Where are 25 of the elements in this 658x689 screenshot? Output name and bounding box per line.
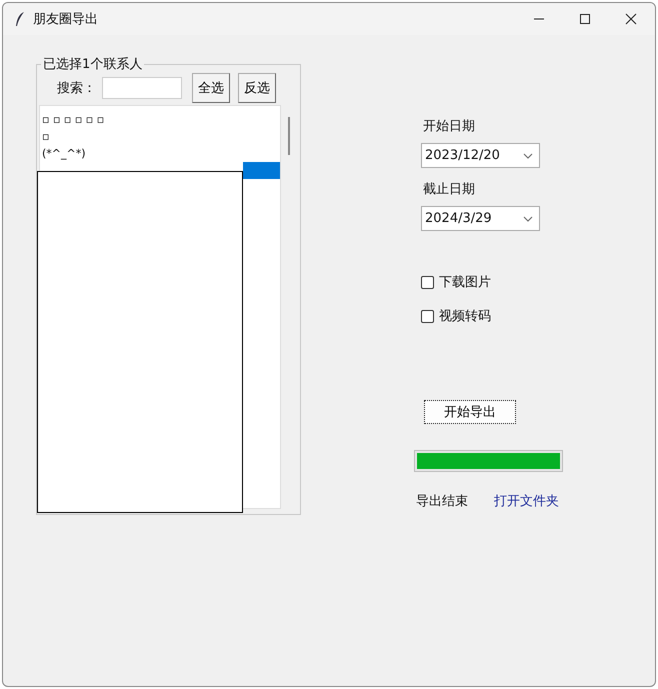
search-label: 搜索： — [57, 80, 96, 97]
checkbox[interactable] — [421, 310, 434, 322]
checkbox-label: 下载图片 — [439, 274, 491, 291]
status-text: 导出结束 — [416, 493, 468, 510]
chevron-icon — [523, 216, 533, 222]
chevron-icon — [523, 152, 533, 158]
end-date-label: 截止日期 — [423, 181, 475, 198]
start-date-label: 开始日期 — [423, 118, 475, 135]
export-button[interactable]: 开始导出 — [424, 400, 516, 424]
maximize-icon[interactable] — [579, 13, 591, 25]
close-icon[interactable] — [625, 13, 637, 25]
open-folder-link[interactable]: 打开文件夹 — [494, 492, 559, 510]
list-button[interactable]: 反选 — [238, 73, 276, 103]
end-date-dropdown[interactable]: 2024/3/29 — [421, 206, 540, 231]
checkbox-label: 视频转码 — [439, 308, 491, 325]
search-field[interactable] — [102, 77, 182, 99]
list-item[interactable]: ▫ — [40, 128, 280, 145]
list-item[interactable]: (*^_^*) — [40, 145, 280, 162]
group-legend: 已选择1个联系人 — [41, 55, 144, 73]
start-date-dropdown[interactable]: 2023/12/20 — [421, 143, 540, 168]
list-item[interactable]: ▫ ▫ ▫ ▫ ▫ ▫ — [40, 111, 280, 128]
list-button[interactable]: 全选 — [192, 73, 230, 103]
feather-icon — [15, 11, 25, 27]
window-title: 朋友圈导出 — [33, 11, 98, 28]
checkbox[interactable] — [421, 276, 434, 288]
